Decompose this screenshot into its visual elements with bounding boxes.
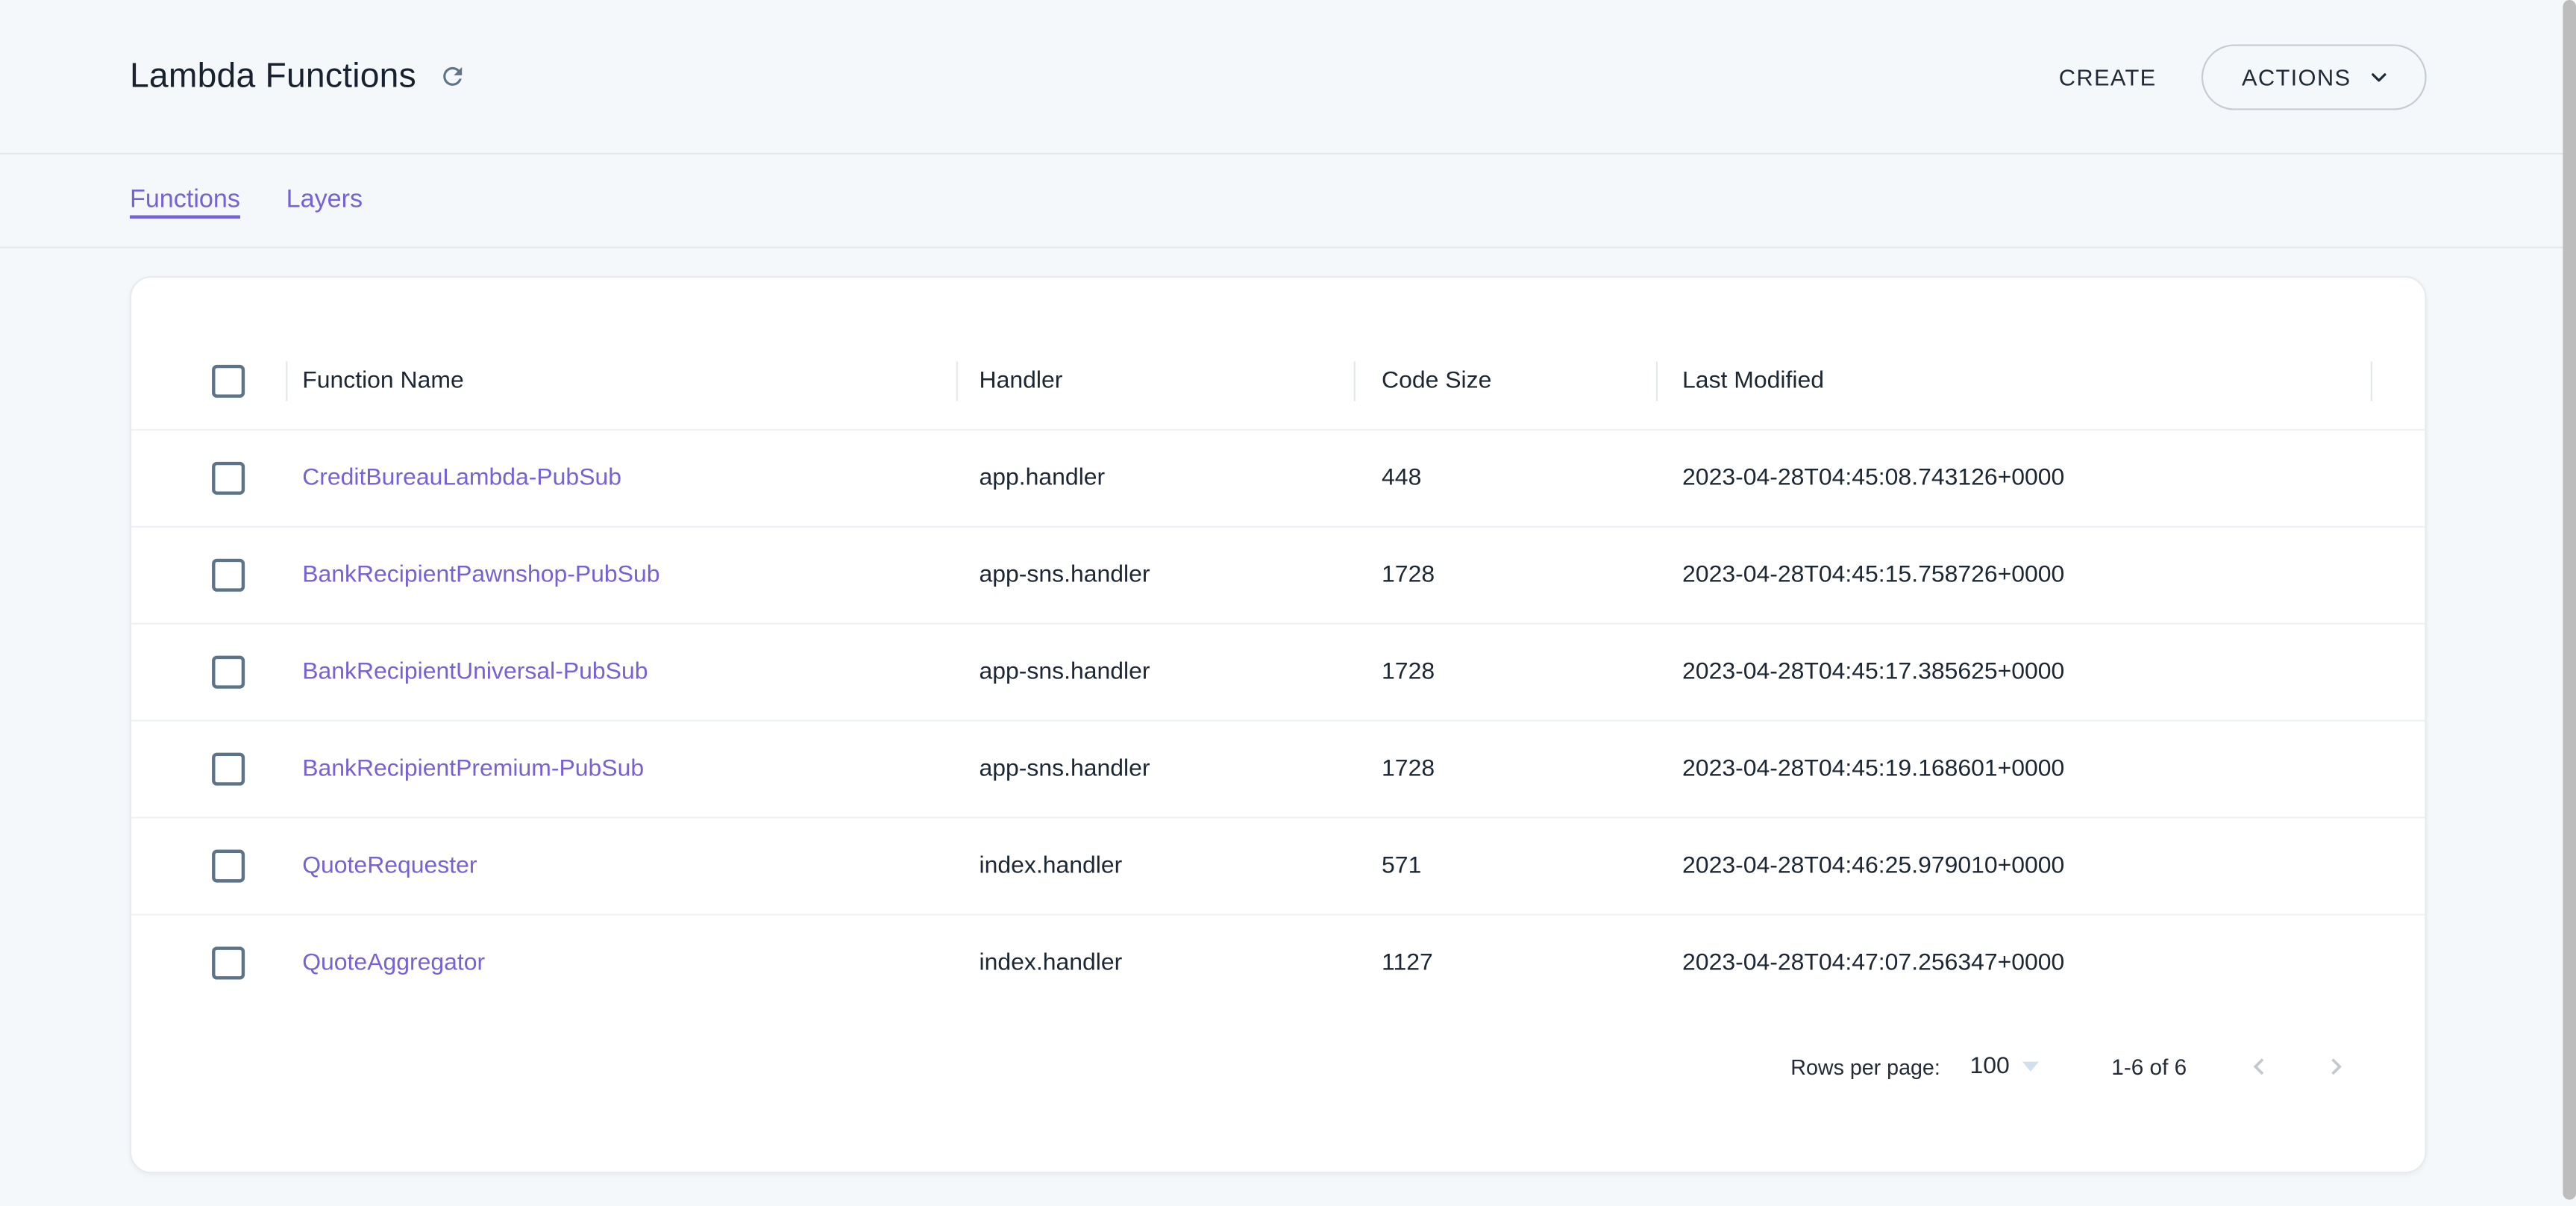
actions-button-label: ACTIONS [2242, 63, 2351, 90]
table-pagination: Rows per page: 100 1-6 of 6 [131, 1024, 2425, 1110]
function-name-link[interactable]: QuoteAggregator [302, 950, 485, 976]
column-header-function-name[interactable]: Function Name [286, 368, 956, 394]
refresh-button[interactable] [433, 56, 474, 97]
last-modified-cell: 2023-04-28T04:45:19.168601+0000 [1656, 756, 2371, 782]
last-modified-cell: 2023-04-28T04:46:25.979010+0000 [1656, 853, 2371, 879]
column-header-code-size[interactable]: Code Size [1354, 368, 1656, 394]
column-header-last-modified[interactable]: Last Modified [1656, 368, 2371, 394]
function-name-link[interactable]: CreditBureauLambda-PubSub [302, 465, 621, 491]
scrollbar-track [2563, 0, 2576, 1206]
functions-table-card: Function Name Handler Code Size Last Mod… [130, 276, 2427, 1173]
actions-button[interactable]: ACTIONS [2201, 43, 2427, 109]
refresh-icon [439, 63, 467, 90]
column-separator [1354, 361, 1356, 401]
create-button[interactable]: CREATE [2033, 47, 2183, 106]
row-checkbox[interactable] [212, 656, 245, 689]
column-separator [1656, 361, 1658, 401]
function-name-link[interactable]: QuoteRequester [302, 853, 477, 879]
last-modified-cell: 2023-04-28T04:45:08.743126+0000 [1656, 465, 2371, 491]
row-checkbox-cell [171, 850, 286, 883]
function-name-link[interactable]: BankRecipientPawnshop-PubSub [302, 562, 659, 588]
column-separator [956, 361, 958, 401]
scrollbar[interactable] [2563, 0, 2576, 1200]
code-size-cell: 1728 [1354, 756, 1656, 782]
chevron-left-icon [2243, 1050, 2275, 1083]
table-row: QuoteAggregator index.handler 1127 2023-… [131, 913, 2425, 1010]
handler-cell: index.handler [956, 853, 1354, 879]
rows-per-page-value: 100 [1969, 1054, 2009, 1080]
last-modified-cell: 2023-04-28T04:45:17.385625+0000 [1656, 659, 2371, 685]
row-checkbox[interactable] [212, 462, 245, 495]
table-row: BankRecipientPremium-PubSub app-sns.hand… [131, 720, 2425, 817]
row-checkbox[interactable] [212, 946, 245, 979]
function-name-link[interactable]: BankRecipientUniversal-PubSub [302, 659, 648, 685]
select-all-checkbox[interactable] [212, 365, 245, 398]
table-row: QuoteRequester index.handler 571 2023-04… [131, 816, 2425, 913]
page-header: Lambda Functions CREATE ACTIONS [0, 0, 2576, 154]
functions-table: Function Name Handler Code Size Last Mod… [131, 278, 2425, 1109]
code-size-cell: 1728 [1354, 562, 1656, 588]
app-root: Lambda Functions CREATE ACTIONS Function… [0, 0, 2576, 1206]
code-size-cell: 1127 [1354, 950, 1656, 976]
row-checkbox-cell [171, 946, 286, 979]
rows-per-page-select[interactable]: 100 [1969, 1054, 2039, 1080]
row-checkbox-cell [171, 656, 286, 689]
chevron-down-icon [2366, 63, 2392, 90]
row-checkbox-cell [171, 462, 286, 495]
chevron-right-icon [2320, 1050, 2353, 1083]
header-checkbox-cell [171, 365, 286, 398]
function-name-link[interactable]: BankRecipientPremium-PubSub [302, 756, 644, 782]
handler-cell: index.handler [956, 950, 1354, 976]
row-checkbox[interactable] [212, 753, 245, 786]
code-size-cell: 1728 [1354, 659, 1656, 685]
handler-cell: app.handler [956, 465, 1354, 491]
column-separator [286, 361, 287, 401]
dropdown-arrow-icon [2022, 1062, 2039, 1072]
row-checkbox-cell [171, 753, 286, 786]
rows-per-page-label: Rows per page: [1790, 1055, 1940, 1079]
tab-functions[interactable]: Functions [130, 186, 240, 216]
next-page-button[interactable] [2307, 1037, 2366, 1096]
pagination-range-label: 1-6 of 6 [2111, 1055, 2187, 1079]
table-row: CreditBureauLambda-PubSub app.handler 44… [131, 429, 2425, 526]
tab-layers[interactable]: Layers [286, 186, 363, 216]
handler-cell: app-sns.handler [956, 562, 1354, 588]
last-modified-cell: 2023-04-28T04:47:07.256347+0000 [1656, 950, 2371, 976]
tab-bar: Functions Layers [0, 154, 2576, 249]
code-size-cell: 448 [1354, 465, 1656, 491]
handler-cell: app-sns.handler [956, 659, 1354, 685]
code-size-cell: 571 [1354, 853, 1656, 879]
page-title: Lambda Functions [130, 57, 416, 96]
previous-page-button[interactable] [2229, 1037, 2288, 1096]
table-row: BankRecipientPawnshop-PubSub app-sns.han… [131, 526, 2425, 623]
column-header-handler[interactable]: Handler [956, 368, 1354, 394]
table-header-row: Function Name Handler Code Size Last Mod… [131, 334, 2425, 429]
row-checkbox[interactable] [212, 850, 245, 883]
row-checkbox[interactable] [212, 559, 245, 592]
table-row: BankRecipientUniversal-PubSub app-sns.ha… [131, 623, 2425, 720]
row-checkbox-cell [171, 559, 286, 592]
column-separator [2371, 361, 2372, 401]
handler-cell: app-sns.handler [956, 756, 1354, 782]
last-modified-cell: 2023-04-28T04:45:15.758726+0000 [1656, 562, 2371, 588]
